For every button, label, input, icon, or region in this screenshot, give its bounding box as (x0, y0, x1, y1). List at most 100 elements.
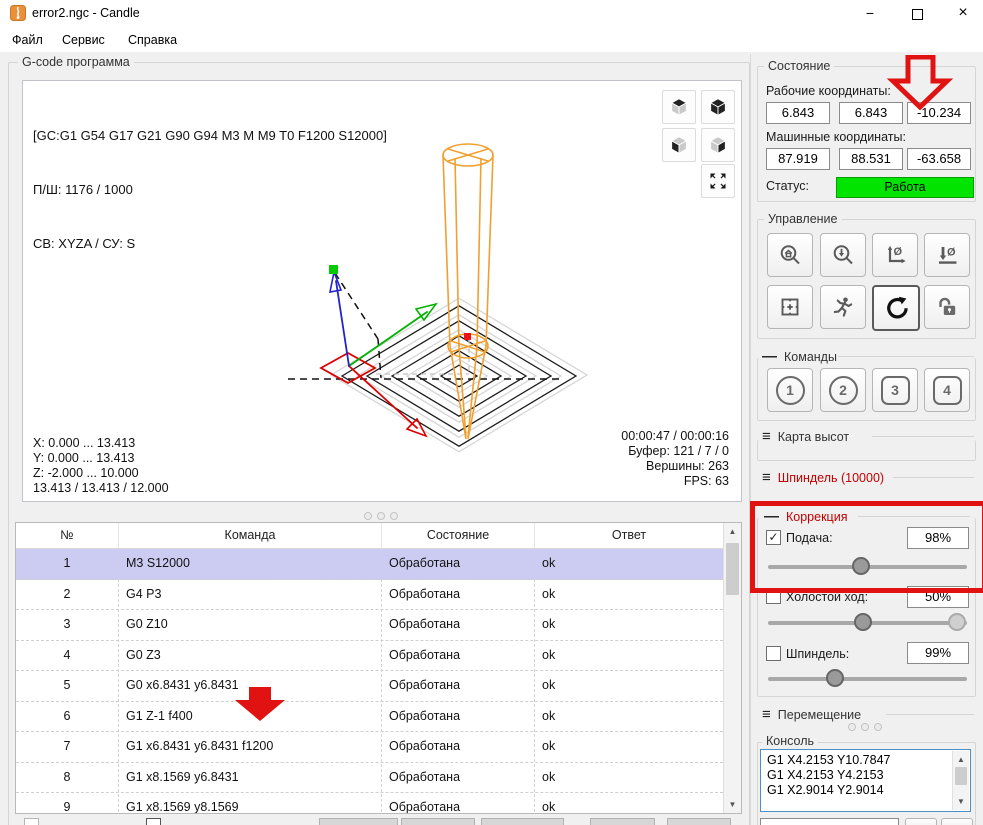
table-row[interactable]: 7 G1 x6.8431 y6.8431 f1200 Обработана ok (16, 732, 723, 763)
bottom-button-5[interactable] (667, 818, 731, 825)
console-line: G1 X2.9014 Y2.9014 (767, 783, 884, 797)
console-line: G1 X4.2153 Y4.2153 (767, 768, 884, 782)
console-scrollbar[interactable]: ▲ ▼ (952, 751, 969, 810)
window-title: error2.ngc - Candle (32, 6, 140, 20)
splitter-handle[interactable] (364, 512, 398, 520)
svg-text:Ø: Ø (894, 246, 903, 258)
menubar: Файл Сервис Справка (0, 26, 983, 52)
maximize-button[interactable] (895, 0, 939, 26)
bottom-button-4[interactable] (590, 818, 655, 825)
console-input[interactable] (760, 818, 899, 825)
view-side-button[interactable] (701, 128, 735, 162)
table-row[interactable]: 2 G4 P3 Обработана ok (16, 580, 723, 610)
safe-position-button[interactable] (820, 285, 866, 329)
console-line: G1 X4.2153 Y10.7847 (767, 753, 891, 767)
render-stats: 00:00:47 / 00:00:16 Буфер: 121 / 7 / 0 В… (621, 429, 729, 488)
right-splitter-handle[interactable] (848, 723, 882, 731)
rapid-slider-handle[interactable] (854, 613, 872, 631)
zero-z-button[interactable]: Ø (924, 233, 970, 277)
machine-x: 87.919 (766, 148, 830, 170)
bottom-button-1[interactable] (319, 818, 398, 825)
console-clear-button[interactable] (941, 818, 973, 825)
runner-icon (833, 297, 853, 317)
tool-position-marker (464, 333, 471, 340)
table-row[interactable]: 9 G1 x8.1569 y8.1569 Обработана ok (16, 793, 723, 813)
console-scroll-thumb[interactable] (955, 767, 967, 785)
bounds-stats: X: 0.000 ... 13.413 Y: 0.000 ... 13.413 … (33, 436, 169, 495)
z-probe-button[interactable] (820, 233, 866, 277)
two-icon: 2 (828, 375, 858, 405)
table-row[interactable]: 4 G0 Z3 Обработана ok (16, 641, 723, 671)
table-row-selected[interactable]: 1 M3 S12000 Обработана ok (16, 549, 723, 580)
table-scrollbar[interactable]: ▲ ▼ (723, 523, 741, 813)
table-row[interactable]: 8 G1 x8.1569 y6.8431 Обработана ok (16, 763, 723, 793)
four-icon: 4 (932, 375, 962, 405)
state-group-title: Состояние (764, 59, 835, 73)
override-header[interactable]: — Коррекция (764, 508, 847, 525)
view-front-button[interactable] (662, 128, 696, 162)
spindle-section-header[interactable]: ≡ Шпиндель (10000) (762, 469, 884, 486)
spindle-slider-handle[interactable] (826, 669, 844, 687)
app-icon (10, 5, 26, 21)
user-command-4-button[interactable]: 4 (924, 368, 970, 412)
col-command: Команда (119, 523, 382, 548)
bottom-checkbox-2[interactable] (146, 818, 161, 825)
zero-xy-icon: Ø (887, 245, 906, 264)
zero-z-icon: Ø (939, 247, 957, 264)
spindle-label: Шпиндель: (786, 647, 850, 661)
zero-xy-button[interactable]: Ø (872, 233, 918, 277)
reset-icon (887, 296, 908, 319)
close-button[interactable]: × (941, 0, 983, 26)
gcode-group-title: G-code программа (18, 55, 134, 69)
unlock-button[interactable] (924, 285, 970, 329)
unlock-icon (939, 297, 956, 315)
minimize-button[interactable]: − (848, 0, 892, 26)
control-group-title: Управление (764, 212, 842, 226)
bottom-button-3[interactable] (481, 818, 564, 825)
table-scroll-thumb[interactable] (726, 543, 739, 595)
search-probe-icon (833, 245, 853, 265)
bottom-button-2[interactable] (401, 818, 475, 825)
restore-origin-icon (781, 298, 799, 316)
scroll-down-icon: ▼ (728, 800, 737, 809)
view-top-button[interactable] (662, 90, 696, 124)
status-badge: Работа (836, 177, 974, 198)
view-isometric-button[interactable] (701, 90, 735, 124)
three-icon: 3 (880, 375, 910, 405)
jog-header[interactable]: ≡ Перемещение (762, 706, 861, 723)
col-state: Состояние (382, 523, 535, 548)
console-group-title: Консоль (762, 734, 819, 748)
bottom-checkbox-1[interactable] (24, 818, 39, 825)
gcode-state-overlay: [GC:G1 G54 G17 G21 G90 G94 M3 M M9 T0 F1… (33, 128, 387, 251)
restore-origin-button[interactable] (767, 285, 813, 329)
scroll-up-icon: ▲ (728, 527, 737, 536)
console-output[interactable]: G1 X4.2153 Y10.7847 G1 X4.2153 Y4.2153 G… (760, 749, 971, 812)
home-button[interactable] (767, 233, 813, 277)
user-command-3-button[interactable]: 3 (872, 368, 918, 412)
table-row[interactable]: 6 G1 Z-1 f400 Обработана ok (16, 702, 723, 732)
work-x: 6.843 (766, 102, 830, 124)
candle-window: error2.ngc - Candle − × Файл Сервис Спра… (0, 0, 983, 825)
menu-file[interactable]: Файл (6, 31, 49, 49)
user-command-2-button[interactable]: 2 (820, 368, 866, 412)
viewport-3d[interactable]: [GC:G1 G54 G17 G21 G90 G94 M3 M M9 T0 F1… (22, 80, 742, 502)
user-command-1-button[interactable]: 1 (767, 368, 813, 412)
col-number: № (16, 523, 119, 548)
console-send-button[interactable] (905, 818, 937, 825)
maximize-icon (911, 8, 923, 20)
heightmap-group (757, 440, 976, 461)
spindle-value: 99% (907, 642, 969, 664)
one-icon: 1 (775, 375, 805, 405)
rapid-slider-handle-secondary[interactable] (948, 613, 966, 631)
table-row[interactable]: 5 G0 x6.8431 y6.8431 Обработана ok (16, 671, 723, 702)
svg-text:Ø: Ø (947, 247, 956, 259)
menu-service[interactable]: Сервис (56, 31, 111, 49)
fit-view-button[interactable] (701, 164, 735, 198)
menu-help[interactable]: Справка (122, 31, 183, 49)
col-response: Ответ (611, 528, 647, 542)
gcode-command-table[interactable]: № Команда Состояние Ответ 1 M3 S12000 Обра… (15, 522, 742, 814)
panel-divider (750, 54, 751, 825)
table-row[interactable]: 3 G0 Z10 Обработана ok (16, 610, 723, 641)
reset-button[interactable] (872, 285, 920, 331)
spindle-checkbox[interactable] (766, 646, 781, 661)
